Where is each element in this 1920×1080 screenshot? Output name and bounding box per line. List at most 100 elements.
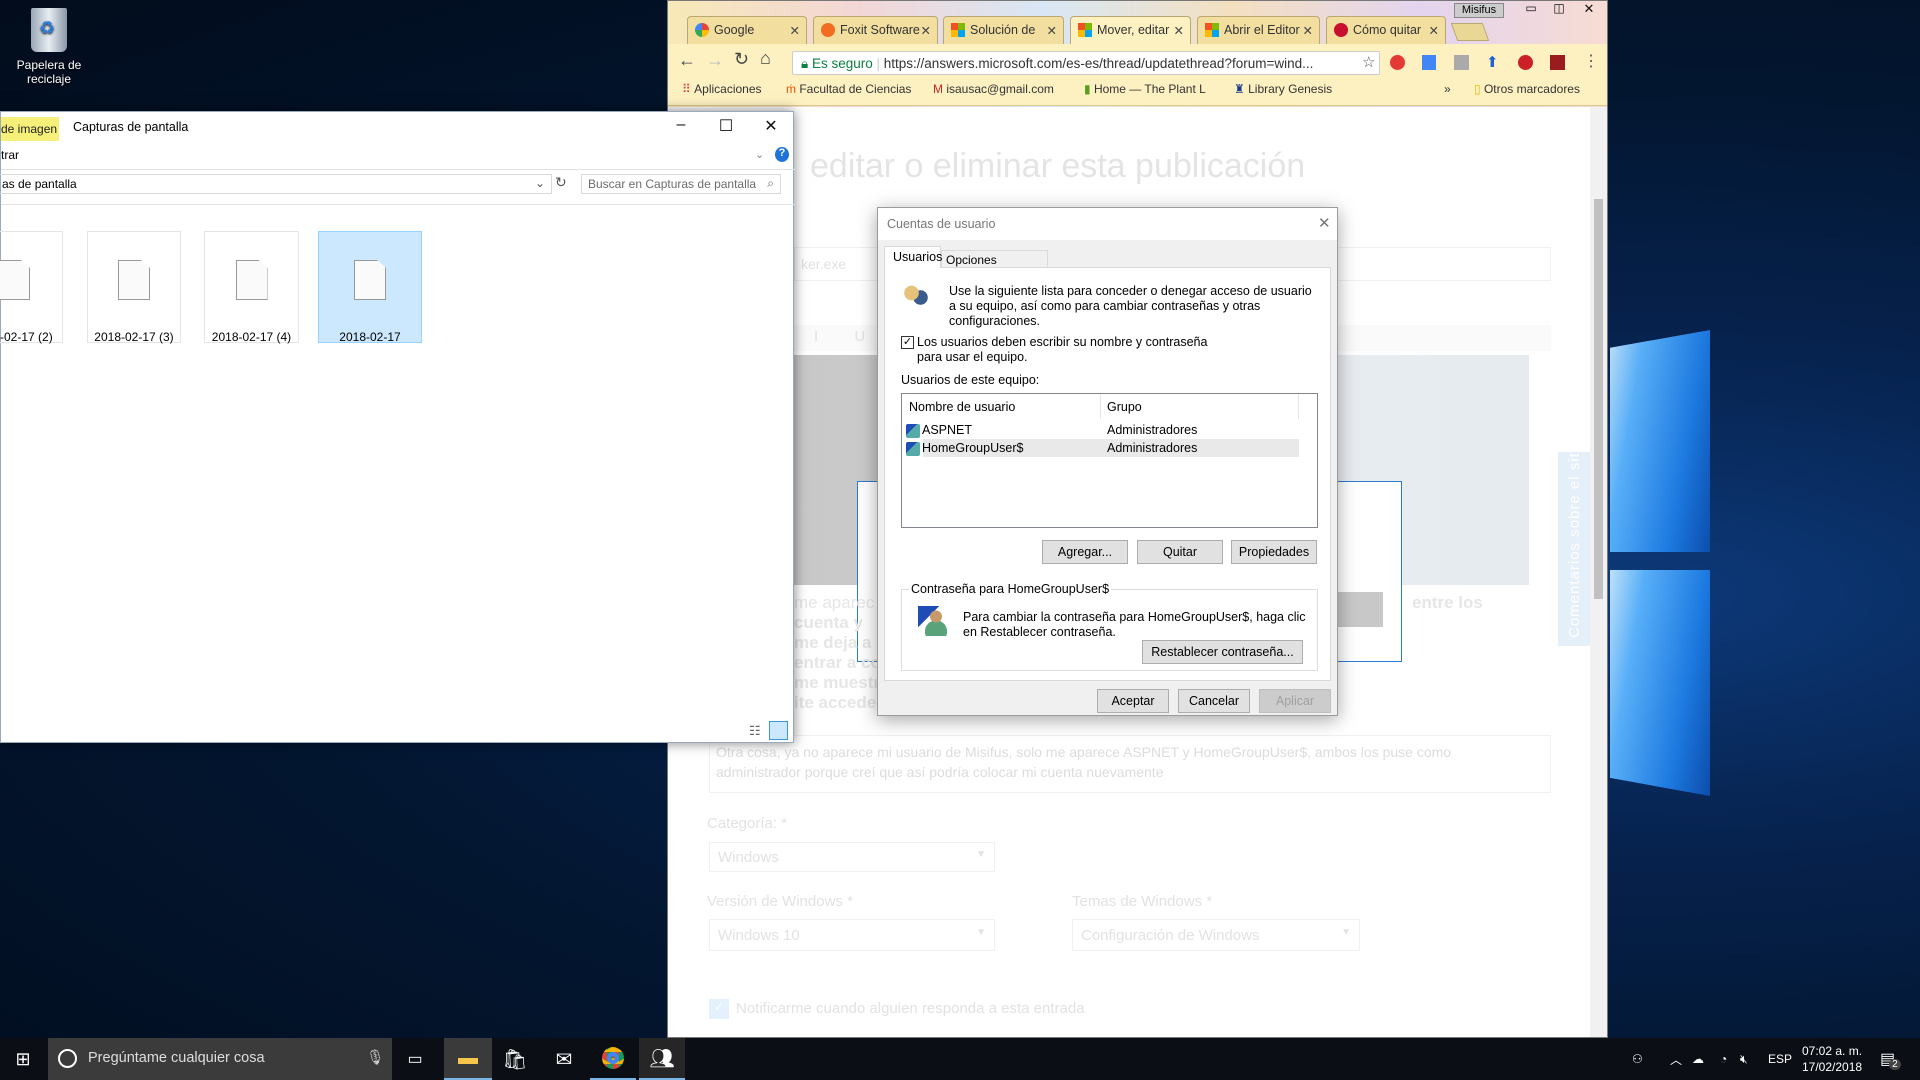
chrome-taskbar-icon[interactable] [590,1038,636,1080]
table-row-selected[interactable]: HomeGroupUser$ Administradores [906,439,1299,457]
minimize-button[interactable]: – [666,116,696,134]
file-explorer-taskbar-icon[interactable]: ▬ [444,1038,492,1080]
cancel-button[interactable]: Cancelar [1178,689,1250,713]
tab-usuarios[interactable]: Usuarios [884,246,942,268]
password-text: Para cambiar la contraseña para HomeGrou… [963,610,1306,639]
require-login-checkbox[interactable]: ✓ [901,336,914,349]
ribbon-item[interactable]: trar [1,148,19,162]
windows-logo-pane-bottom [1610,570,1710,796]
chrome-menu-icon[interactable]: ⋮ [1583,51,1599,71]
file-icon [118,260,150,300]
notify-checkbox[interactable]: ✓ [709,999,729,1019]
topics-select[interactable]: Configuración de Windows ▼ [1072,919,1360,951]
extension-arrow-icon[interactable]: ⬆ [1486,53,1499,71]
close-tab-icon[interactable]: ✕ [790,23,800,38]
minimize-button[interactable]: ▭ [1516,1,1546,15]
close-button[interactable]: ✕ [1574,1,1604,17]
maximize-button[interactable]: ◫ [1544,1,1574,15]
tab-abrir-editor[interactable]: Abrir el Editor ✕ [1197,16,1320,44]
clock[interactable]: 07:02 a. m. 17/02/2018 [1802,1038,1862,1080]
cortana-search[interactable]: Pregúntame cualquier cosa 🎙︎ [48,1038,392,1080]
close-icon[interactable]: ✕ [1318,214,1331,232]
forward-button[interactable]: → [706,50,724,71]
file-item[interactable]: 2018-02-17 (4) [204,231,299,344]
column-header-name[interactable]: Nombre de usuario [909,400,1015,414]
bookmarks-overflow-button[interactable]: » [1444,82,1451,96]
column-header-group[interactable]: Grupo [1107,400,1142,414]
bookmark-plant-list[interactable]: ▮ Home — The Plant L [1084,82,1206,96]
close-button[interactable]: ✕ [756,116,786,136]
address-bar[interactable]: 🔒︎ Es seguro | https://answers.microsoft… [792,51,1380,75]
file-item-selected[interactable]: 2018-02-17 [318,231,422,344]
microphone-icon[interactable]: 🎙︎ [366,1049,384,1066]
properties-button[interactable]: Propiedades [1231,540,1317,564]
home-button[interactable]: ⌂ [760,48,771,69]
show-hidden-icons-chevron[interactable]: ︿ [1670,1038,1682,1080]
action-center-icon[interactable]: ▤ 2 [1880,1038,1901,1080]
language-indicator[interactable]: ESP [1768,1038,1792,1080]
extension-pinterest-icon[interactable] [1518,55,1533,70]
chevron-down-icon[interactable]: ⌄ [535,176,545,190]
table-row[interactable]: ASPNET Administradores [906,421,1299,439]
bookmark-gmail[interactable]: M isausac@gmail.com [933,82,1054,96]
apply-button[interactable]: Aplicar [1259,689,1331,713]
close-tab-icon[interactable]: ✕ [1047,23,1057,38]
address-bar[interactable]: as de pantalla ⌄ [0,174,552,194]
profile-button[interactable]: Misifus [1454,3,1504,18]
close-tab-icon[interactable]: ✕ [1303,23,1313,38]
people-icon[interactable]: ⚇ [1632,1038,1643,1080]
page-scrollbar[interactable] [1590,107,1607,1037]
bookmark-apps[interactable]: ⠿ Aplicaciones [682,82,762,96]
ribbon-expand-icon[interactable]: ⌄ [755,148,764,161]
new-tab-button[interactable] [1450,23,1490,41]
version-select[interactable]: Windows 10 ▼ [709,919,995,951]
large-icons-view-icon[interactable] [769,721,788,740]
extension-mendeley-icon[interactable] [1550,55,1565,70]
users-list[interactable]: Nombre de usuario Grupo ASPNET Administr… [901,393,1318,528]
feedback-tab[interactable]: Comentarios sobre el sitio [1558,439,1590,646]
reset-password-button[interactable]: Restablecer contraseña... [1142,640,1303,664]
details-view-icon[interactable]: ☷ [749,723,761,739]
refresh-icon[interactable]: ↻ [555,174,567,191]
volume-muted-icon[interactable]: 🔇︎ [1740,1038,1748,1080]
close-tab-icon[interactable]: ✕ [921,23,931,38]
bookmark-facultad[interactable]: ṁ Facultad de Ciencias [786,82,911,96]
help-icon[interactable]: ? [775,147,789,162]
task-view-button[interactable]: ▭ [392,1038,438,1080]
tab-solucion[interactable]: Solución de ✕ [943,16,1064,44]
recycle-bin-desktop-icon[interactable]: Papelera de reciclaje [14,8,84,86]
close-tab-icon[interactable]: ✕ [1429,23,1439,38]
bookmark-library-genesis[interactable]: ♜ Library Genesis [1234,82,1332,96]
tab-mover-editar[interactable]: Mover, editar ✕ [1070,16,1191,44]
description-textarea[interactable]: Otra cosa, ya no aparece mi usuario de M… [709,735,1551,793]
bookmark-star-icon[interactable]: ☆ [1362,53,1375,71]
search-input[interactable]: Buscar en Capturas de pantalla ⌕ [581,174,781,194]
add-user-button[interactable]: Agregar... [1042,540,1128,564]
extension-translate-icon[interactable] [1422,55,1436,70]
tab-foxit[interactable]: Foxit Software ✕ [813,16,938,44]
user-accounts-taskbar-icon[interactable]: 👥︎ [639,1038,685,1080]
file-item[interactable]: -02-17 (2) [0,231,63,344]
remove-user-button[interactable]: Quitar [1137,540,1223,564]
category-select[interactable]: Windows ▼ [709,842,995,872]
tab-como-quitar[interactable]: Cómo quitar ✕ [1326,16,1446,44]
ribbon-tab-image-tools[interactable]: de imagen [1,117,59,141]
onedrive-icon[interactable]: ☁ [1692,1038,1704,1080]
extension-adblock-icon[interactable] [1390,55,1405,70]
start-button[interactable]: ⊞ [0,1038,46,1080]
ok-button[interactable]: Aceptar [1097,689,1169,713]
folder-icon: ▯ [1474,82,1481,96]
tab-opciones-avanzadas[interactable]: Opciones avanzadas [941,250,1048,281]
back-button[interactable]: ← [678,50,696,71]
wifi-icon[interactable]: ◔ [1720,1038,1727,1080]
store-taskbar-icon[interactable]: 🛍︎ [492,1038,538,1080]
tab-google[interactable]: Google ✕ [687,16,807,44]
extension-ds-icon[interactable] [1454,55,1469,70]
close-tab-icon[interactable]: ✕ [1174,23,1184,38]
file-item[interactable]: 2018-02-17 (3) [87,231,181,344]
google-icon [695,23,709,37]
other-bookmarks[interactable]: ▯ Otros marcadores [1474,82,1580,96]
maximize-button[interactable]: ☐ [711,116,741,136]
reload-button[interactable]: ↻ [734,49,749,70]
mail-taskbar-icon[interactable]: ✉ [541,1038,587,1080]
